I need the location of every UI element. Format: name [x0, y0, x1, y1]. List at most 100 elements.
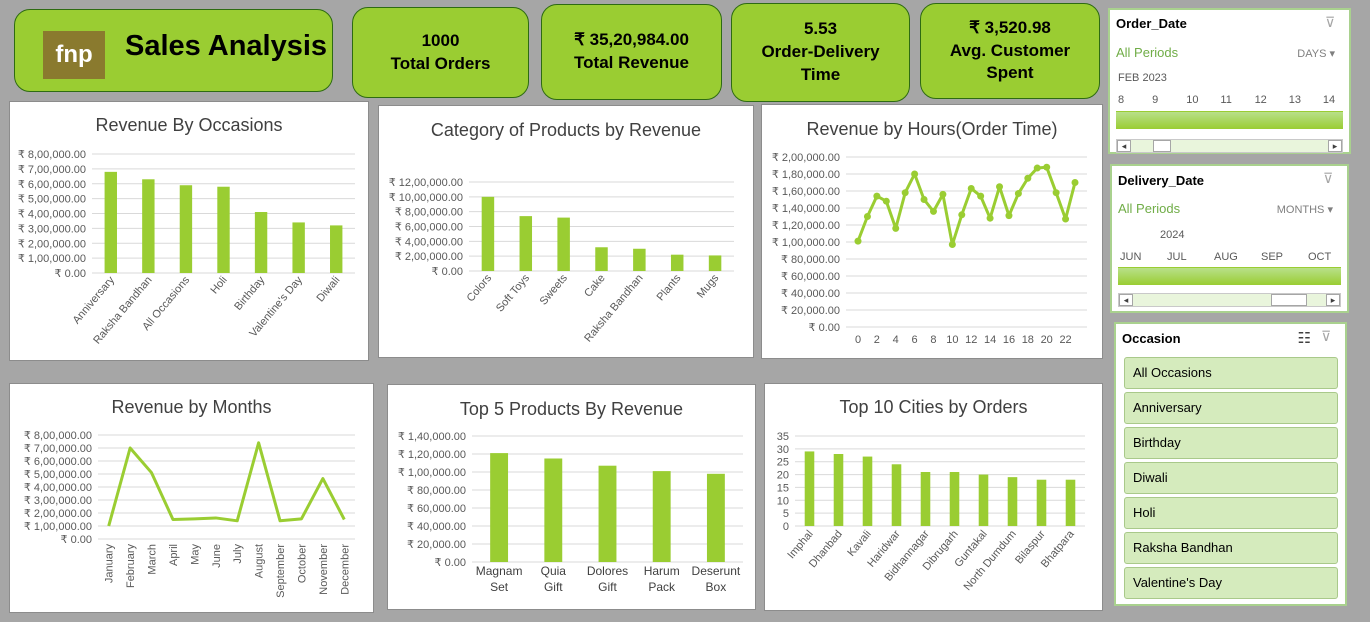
- timeline-tick[interactable]: OCT: [1300, 251, 1347, 263]
- bar: [179, 185, 193, 273]
- scroll-left-icon[interactable]: ◂: [1117, 140, 1131, 152]
- kpi-label: Total Orders: [390, 53, 491, 73]
- y-tick-label: ₹ 1,20,000.00: [772, 220, 840, 232]
- data-point: [996, 183, 1004, 191]
- y-tick-label: ₹ 80,000.00: [407, 485, 466, 497]
- clear-filter-icon[interactable]: ⊽: [1323, 170, 1341, 186]
- timeline-tick[interactable]: 11: [1212, 94, 1246, 106]
- occasion-item[interactable]: Diwali: [1124, 462, 1338, 494]
- label-line: Harum: [644, 564, 680, 578]
- timeline-tick[interactable]: JUL: [1159, 251, 1206, 263]
- timeline-tick[interactable]: 12: [1247, 94, 1281, 106]
- occasion-item[interactable]: Valentine's Day: [1124, 567, 1338, 599]
- order-date-timeline[interactable]: Order_Date ⊽ All Periods DAYS ▾ FEB 2023…: [1108, 8, 1351, 154]
- bar: [920, 472, 931, 526]
- multi-select-icon[interactable]: ☷: [1298, 329, 1311, 347]
- y-tick-label: 0: [783, 521, 789, 533]
- bar: [557, 217, 570, 271]
- occasion-item[interactable]: All Occasions: [1124, 357, 1338, 389]
- scroll-thumb[interactable]: [1271, 294, 1307, 306]
- timeline-scrollbar[interactable]: ◂ ▸: [1118, 293, 1341, 307]
- x-tick-label: 8: [930, 334, 936, 346]
- y-tick-label: ₹ 12,00,000.00: [389, 177, 463, 189]
- scroll-thumb[interactable]: [1153, 140, 1171, 152]
- kpi-label: Avg. Customer Spent: [949, 40, 1071, 83]
- timeline-level-select[interactable]: DAYS ▾: [1297, 47, 1335, 60]
- x-tick-label: Deserunt Box: [692, 564, 741, 594]
- data-point: [977, 192, 985, 200]
- occasion-item[interactable]: Anniversary: [1124, 392, 1338, 424]
- timeline-period-label: FEB 2023: [1118, 72, 1167, 84]
- occasion-item[interactable]: Raksha Bandhan: [1124, 532, 1338, 564]
- y-tick-label: 25: [777, 457, 789, 469]
- delivery-date-timeline[interactable]: Delivery_Date ⊽ All Periods MONTHS ▾ 202…: [1110, 164, 1349, 313]
- bar: [833, 454, 844, 526]
- timeline-level-select[interactable]: MONTHS ▾: [1277, 203, 1333, 216]
- data-point: [929, 207, 937, 215]
- data-point: [1033, 164, 1041, 172]
- y-tick-label: 30: [777, 444, 789, 456]
- x-tick-label: June: [211, 544, 223, 568]
- timeline-tick[interactable]: 14: [1315, 94, 1349, 106]
- occasion-slicer[interactable]: Occasion ☷ ⊽ All Occasions Anniversary Bir…: [1114, 322, 1347, 606]
- y-tick-label: ₹ 3,00,000.00: [18, 223, 86, 235]
- kpi-label: Order-Delivery Time: [761, 42, 880, 84]
- all-periods-link[interactable]: All Periods: [1118, 201, 1180, 216]
- timeline-tick[interactable]: AUG: [1206, 251, 1253, 263]
- timeline-scrollbar[interactable]: ◂ ▸: [1116, 139, 1343, 153]
- timeline-tick[interactable]: 9: [1144, 94, 1178, 106]
- brand-banner: fnp Sales Analysis: [14, 9, 333, 92]
- data-point: [1014, 190, 1022, 198]
- timeline-tick[interactable]: 8: [1110, 94, 1144, 106]
- x-tick-label: 2: [874, 334, 880, 346]
- occasion-item[interactable]: Birthday: [1124, 427, 1338, 459]
- slicer-title: Order_Date: [1116, 16, 1187, 31]
- data-point: [958, 211, 966, 219]
- bar: [519, 216, 533, 271]
- chart-top10-cities: Top 10 Cities by Orders 0 5 10 15 20 25 30 35 Im…: [764, 383, 1103, 611]
- timeline-bar[interactable]: [1116, 111, 1343, 129]
- timeline-ticks: 8 9 10 11 12 13 14: [1110, 94, 1349, 106]
- bar: [670, 254, 684, 271]
- bar: [633, 248, 646, 271]
- x-tick-label: Magnam Set: [476, 564, 523, 594]
- kpi-value: ₹ 3,520.98: [969, 17, 1051, 37]
- kpi-value: 1000: [421, 30, 460, 50]
- timeline-tick[interactable]: SEP: [1253, 251, 1300, 263]
- data-point: [882, 197, 890, 205]
- y-tick-label: ₹ 20,000.00: [781, 305, 840, 317]
- label-line: Deserunt: [692, 564, 741, 578]
- timeline-tick[interactable]: 10: [1178, 94, 1212, 106]
- x-tick-label: April: [168, 544, 180, 566]
- y-tick-label: ₹ 1,00,000.00: [398, 467, 466, 479]
- y-tick-label: 20: [777, 470, 789, 482]
- bar: [490, 453, 509, 562]
- clear-filter-icon[interactable]: ⊽: [1325, 14, 1343, 30]
- data-point: [967, 184, 975, 192]
- x-tick-label: 16: [1003, 334, 1015, 346]
- y-tick-label: ₹ 4,00,000.00: [18, 209, 86, 221]
- bar: [891, 464, 902, 526]
- chart-top5-products: Top 5 Products By Revenue ₹ 0.00 ₹ 20,000…: [387, 384, 756, 610]
- y-tick-label: ₹ 7,00,000.00: [24, 443, 92, 455]
- x-tick-label: February: [125, 544, 137, 589]
- chart-svg: ₹ 0.00₹ 1,00,000.00₹ 2,00,000.00₹ 3,00,0…: [18, 149, 355, 347]
- y-tick-label: ₹ 1,00,000.00: [18, 253, 86, 265]
- bar: [254, 212, 268, 273]
- all-periods-link[interactable]: All Periods: [1116, 45, 1178, 60]
- scroll-right-icon[interactable]: ▸: [1328, 140, 1342, 152]
- clear-filter-icon[interactable]: ⊽: [1321, 328, 1339, 344]
- chart-revenue-by-hours: Revenue by Hours(Order Time) ₹ 0.00 ₹ 20,…: [761, 104, 1103, 359]
- timeline-tick[interactable]: JUN: [1112, 251, 1159, 263]
- chart-svg: ₹ 0.00 ₹ 20,000.00 ₹ 40,000.00 ₹ 60,000.00 ₹…: [772, 152, 1087, 346]
- data-point: [854, 237, 862, 245]
- scroll-left-icon[interactable]: ◂: [1119, 294, 1133, 306]
- x-tick-label: Birthday: [232, 274, 267, 313]
- scroll-right-icon[interactable]: ▸: [1326, 294, 1340, 306]
- y-tick-label: ₹ 1,00,000.00: [24, 521, 92, 533]
- timeline-tick[interactable]: 13: [1281, 94, 1315, 106]
- occasion-item[interactable]: Holi: [1124, 497, 1338, 529]
- chart-svg: ₹ 0.00₹ 1,00,000.00₹ 2,00,000.00₹ 3,00,0…: [24, 430, 355, 598]
- x-tick-label: Colors: [465, 272, 495, 304]
- timeline-bar[interactable]: [1118, 267, 1341, 285]
